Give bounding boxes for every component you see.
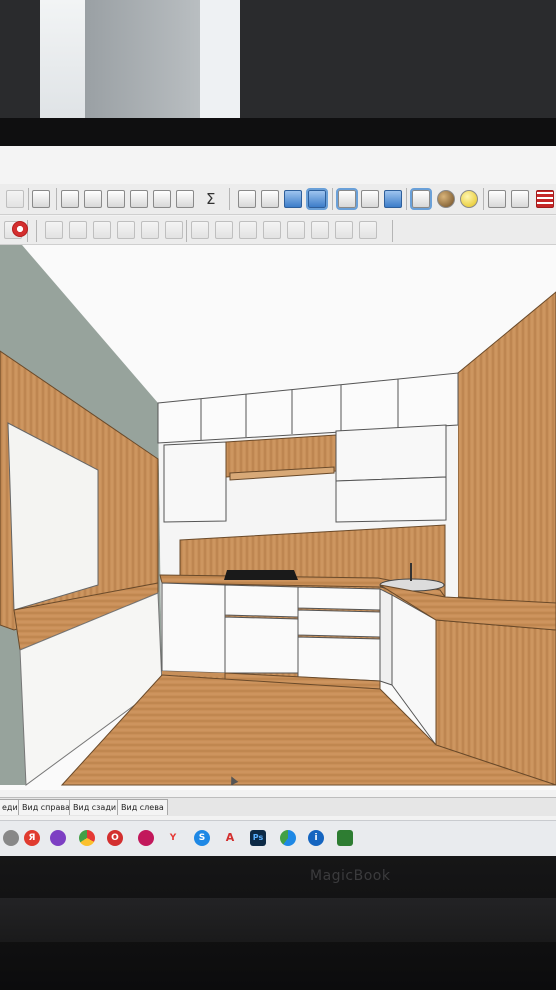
texture-icon[interactable] — [410, 188, 432, 210]
kitchen-3d-model — [0, 245, 556, 790]
tab-left-view[interactable]: Вид слева — [117, 799, 168, 815]
panel-icon[interactable] — [239, 221, 257, 239]
wireframe-icon[interactable] — [361, 190, 379, 208]
feather-app-icon[interactable] — [50, 830, 66, 846]
sketchup-icon[interactable] — [337, 830, 353, 846]
shelf-icon[interactable] — [311, 221, 329, 239]
chrome-icon[interactable] — [79, 830, 95, 846]
iso-view-icon[interactable] — [238, 190, 256, 208]
windows-taskbar: Я O Y S A Ps i — [0, 820, 556, 856]
heart-app-icon[interactable] — [138, 830, 154, 846]
group-icon[interactable] — [165, 221, 183, 239]
material-icon[interactable] — [437, 190, 455, 208]
scene-tabs: еди Вид справа Вид сзади Вид слева — [0, 797, 556, 816]
start-button[interactable] — [3, 830, 19, 846]
yandex-icon[interactable]: Y — [165, 830, 181, 846]
xray-icon[interactable] — [336, 188, 358, 210]
grid-icon[interactable] — [536, 190, 554, 208]
sum-icon[interactable]: Σ — [206, 190, 215, 208]
front-view-icon[interactable] — [284, 190, 302, 208]
yandex-browser-icon[interactable]: Я — [24, 830, 40, 846]
window-light — [40, 0, 85, 120]
laptop-brand-logo: MagicBook — [310, 868, 391, 884]
shaded-icon[interactable] — [384, 190, 402, 208]
edge-icon[interactable] — [191, 221, 209, 239]
main-toolbar: Σ — [0, 184, 556, 215]
model-info-icon[interactable] — [32, 190, 50, 208]
label-icon[interactable] — [153, 190, 171, 208]
right-view-icon[interactable] — [306, 188, 328, 210]
export-icon[interactable] — [107, 190, 125, 208]
curtain — [85, 0, 200, 120]
hinge-icon[interactable] — [359, 221, 377, 239]
laptop-hinge — [0, 898, 556, 942]
distribute-icon[interactable] — [117, 221, 135, 239]
top-view-icon[interactable] — [261, 190, 279, 208]
tape-icon[interactable] — [511, 190, 529, 208]
acrobat-icon[interactable]: A — [222, 830, 238, 846]
window-titlebar — [0, 146, 556, 184]
drawer-icon[interactable] — [287, 221, 305, 239]
tab-back-view[interactable]: Вид сзади — [69, 799, 121, 815]
model-viewport[interactable] — [0, 245, 556, 790]
door-icon[interactable] — [263, 221, 281, 239]
face-icon[interactable] — [215, 221, 233, 239]
edge-icon[interactable] — [280, 830, 296, 846]
print-icon[interactable] — [6, 190, 24, 208]
move-icon[interactable] — [488, 190, 506, 208]
opera-icon[interactable]: O — [107, 830, 123, 846]
cancel-icon[interactable] — [12, 221, 28, 237]
window-light-2 — [200, 0, 240, 120]
align-center-icon[interactable] — [69, 221, 87, 239]
handle-icon[interactable] — [335, 221, 353, 239]
align-right-icon[interactable] — [93, 221, 111, 239]
component-icon[interactable] — [61, 190, 79, 208]
search-component-icon[interactable] — [84, 190, 102, 208]
align-left-icon[interactable] — [45, 221, 63, 239]
laptop-top-bezel — [0, 118, 556, 146]
photoshop-icon[interactable]: Ps — [250, 830, 266, 846]
bulb-icon[interactable] — [460, 190, 478, 208]
skype-icon[interactable]: S — [194, 830, 210, 846]
stack-icon[interactable] — [141, 221, 159, 239]
secondary-toolbar — [0, 216, 556, 245]
dimension-icon[interactable] — [130, 190, 148, 208]
info-app-icon[interactable]: i — [308, 830, 324, 846]
laptop-screen: Σ еди Вид справа Вид сзади Вид слева Я O… — [0, 146, 556, 856]
tab-right-view[interactable]: Вид справа — [18, 799, 74, 815]
report-icon[interactable] — [176, 190, 194, 208]
